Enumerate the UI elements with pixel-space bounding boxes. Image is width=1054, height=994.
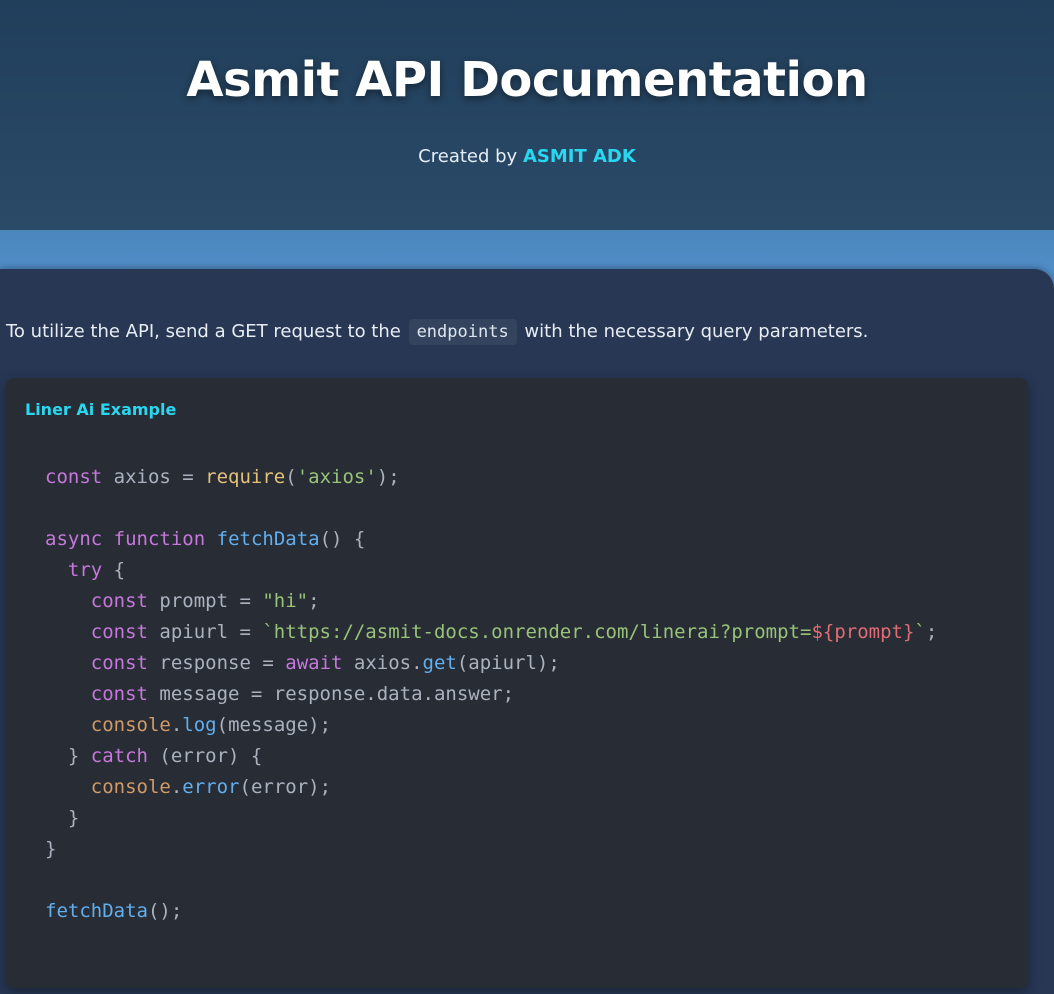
code-line: } bbox=[45, 838, 56, 860]
code-token: axios. bbox=[342, 652, 423, 674]
code-token: apiurl = bbox=[147, 621, 263, 643]
page-title: Asmit API Documentation bbox=[186, 52, 868, 108]
code-token: get bbox=[422, 652, 457, 674]
code-token: catch bbox=[90, 745, 148, 767]
code-line: try { bbox=[45, 559, 125, 581]
code-token: `https://asmit-docs.onrender.com/linerai… bbox=[262, 621, 812, 643]
code-token: async bbox=[45, 528, 103, 550]
code-example-title: Liner Ai Example bbox=[25, 400, 177, 419]
subtitle: Created by ASMIT ADK bbox=[0, 146, 1054, 167]
code-token: ( bbox=[285, 466, 297, 488]
code-token: fetchData bbox=[216, 528, 320, 550]
code-token: ${prompt} bbox=[811, 621, 915, 643]
code-token: ; bbox=[925, 621, 938, 643]
code-token: (); bbox=[147, 900, 183, 922]
intro-text-before: To utilize the API, send a GET request t… bbox=[6, 321, 407, 342]
code-token: . bbox=[170, 714, 183, 736]
page-header: Asmit API Documentation Created by ASMIT… bbox=[0, 0, 1054, 230]
code-example-card: Liner Ai Example const axios = require('… bbox=[6, 378, 1028, 988]
code-token: const bbox=[90, 590, 148, 612]
code-token: await bbox=[285, 652, 343, 674]
code-token: (apiurl); bbox=[456, 652, 560, 674]
code-line: console.log(message); bbox=[45, 714, 331, 736]
code-token: "hi" bbox=[262, 590, 309, 612]
code-token: } bbox=[45, 807, 80, 829]
code-token: { bbox=[102, 559, 126, 581]
code-line: const prompt = "hi"; bbox=[45, 590, 320, 612]
code-token: console bbox=[90, 714, 171, 736]
code-token: message = response.data.answer; bbox=[147, 683, 515, 705]
code-token: . bbox=[170, 776, 183, 798]
code-line: const response = await axios.get(apiurl)… bbox=[45, 652, 560, 674]
code-token: function bbox=[113, 528, 206, 550]
code-token: ; bbox=[308, 590, 320, 612]
code-line: const apiurl = `https://asmit-docs.onren… bbox=[45, 621, 938, 643]
code-token: response = bbox=[147, 652, 286, 674]
created-by-label: Created by bbox=[418, 146, 523, 167]
code-line: const message = response.data.answer; bbox=[45, 683, 514, 705]
code-token: axios = bbox=[102, 466, 206, 488]
intro-paragraph: To utilize the API, send a GET request t… bbox=[6, 319, 868, 345]
author-name: ASMIT ADK bbox=[522, 146, 636, 167]
code-token: console bbox=[90, 776, 171, 798]
code-line: const axios = require('axios'); bbox=[45, 466, 400, 488]
code-token: prompt = bbox=[147, 590, 263, 612]
code-line: fetchData(); bbox=[45, 900, 182, 922]
code-token: const bbox=[90, 652, 148, 674]
code-token: 'axios' bbox=[296, 466, 377, 488]
code-token: ); bbox=[376, 466, 400, 488]
code-line: async function fetchData() { bbox=[45, 528, 365, 550]
code-block[interactable]: const axios = require('axios'); async fu… bbox=[45, 462, 937, 927]
main-content: To utilize the API, send a GET request t… bbox=[0, 269, 1054, 994]
code-token: fetchData bbox=[45, 900, 148, 922]
code-token: () { bbox=[319, 528, 366, 550]
code-token: try bbox=[67, 559, 103, 581]
code-token: log bbox=[182, 714, 217, 736]
code-token: ` bbox=[914, 621, 926, 643]
code-token: const bbox=[45, 466, 103, 488]
code-token: } bbox=[45, 838, 57, 860]
code-token: (error) { bbox=[147, 745, 263, 767]
code-token: require bbox=[205, 466, 286, 488]
code-line: } bbox=[45, 807, 79, 829]
code-token: } bbox=[45, 745, 91, 767]
code-token: const bbox=[90, 683, 148, 705]
code-token: const bbox=[90, 621, 148, 643]
code-token: error bbox=[182, 776, 240, 798]
code-token: (error); bbox=[239, 776, 332, 798]
intro-text-after: with the necessary query parameters. bbox=[518, 321, 869, 342]
code-line: } catch (error) { bbox=[45, 745, 262, 767]
code-line: console.error(error); bbox=[45, 776, 331, 798]
code-token: (message); bbox=[216, 714, 332, 736]
inline-code-endpoints: endpoints bbox=[408, 319, 517, 345]
